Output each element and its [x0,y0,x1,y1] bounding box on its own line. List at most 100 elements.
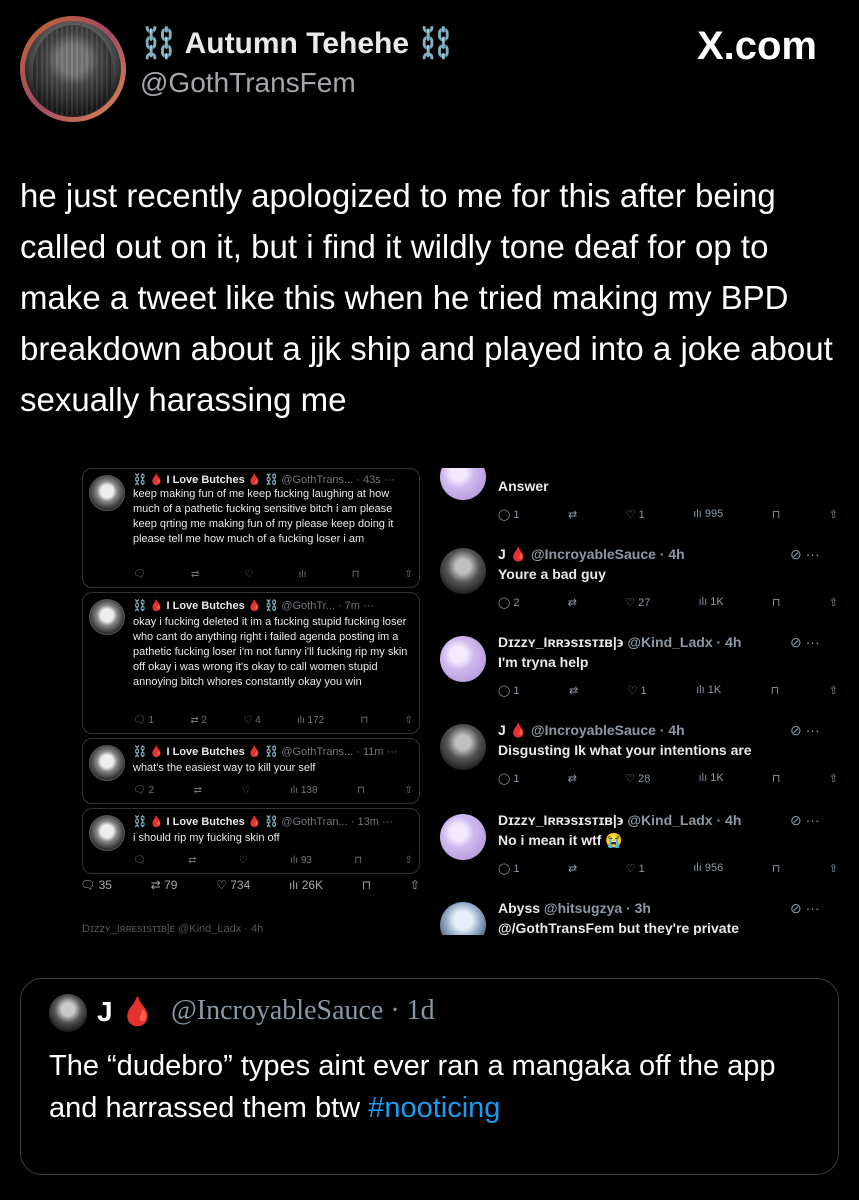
bookmark-icon[interactable]: ⊓ [772,772,781,785]
like-icon[interactable]: ♡ 27 [625,596,650,609]
share-icon[interactable]: ⇧ [829,508,838,521]
views-icon[interactable]: ılı 172 [297,715,324,726]
like-icon[interactable]: ♡ 1 [626,508,645,521]
reply-icon[interactable]: ◯ 1 [498,684,520,697]
share-icon[interactable]: ⇧ [405,855,413,866]
views-icon[interactable]: ılı 1K [699,596,724,609]
grok-icon[interactable]: ⊘ ··· [790,812,820,829]
share-icon[interactable]: ⇧ [405,785,413,796]
like-count: 734 [230,878,251,892]
share-icon[interactable]: ⇧ [405,715,413,726]
bookmark-icon[interactable]: ⊓ [357,785,365,796]
repost-icon[interactable]: ⇄ [568,862,577,875]
reply-time: 4h [668,722,685,738]
attached-screenshot[interactable]: ⛓️ 🩸 I Love Butches 🩸 ⛓️ @GothTrans... ·… [72,468,838,935]
thread-reply[interactable]: Answer ◯ 1 ⇄ ♡ 1 ılı 995 ⊓ ⇧ [440,468,838,528]
thread-reply[interactable]: ⛓️ 🩸 I Love Butches 🩸 ⛓️ @GothTrans... ·… [82,468,420,588]
bookmark-icon[interactable]: ⊓ [360,715,368,726]
share-icon[interactable]: ⇧ [829,772,838,785]
avatar [89,599,125,635]
author-handle[interactable]: @GothTransFem [140,67,356,99]
share-icon[interactable]: ⇧ [829,596,838,609]
like-count: 4 [255,715,261,726]
thread-reply[interactable]: ⛓️ 🩸 I Love Butches 🩸 ⛓️ @GothTran... · … [82,808,420,874]
repost-icon[interactable]: ⇄ 79 [151,878,178,892]
like-icon[interactable]: ♡ [239,855,248,866]
share-icon[interactable]: ⇧ [410,878,420,892]
like-icon[interactable]: ♡ 734 [216,878,250,892]
bookmark-icon[interactable]: ⊓ [352,569,360,580]
thread-reply[interactable]: Abyss @hitsugzya · 3h ⊘ ··· @/GothTransFe… [440,898,838,935]
quote-author[interactable]: J 🩸 [97,995,155,1028]
reply-count: 1 [513,773,520,785]
reply-text: I'm tryna help [498,654,589,670]
views-icon[interactable]: ılı 956 [693,862,723,875]
bookmark-icon[interactable]: ⊓ [772,596,781,609]
like-icon[interactable]: ♡ [242,785,251,796]
author-avatar[interactable] [20,16,126,122]
grok-icon[interactable]: ⊘ ··· [790,634,820,651]
grok-icon[interactable]: ⊘ ··· [790,722,820,739]
like-icon[interactable]: ♡ [244,569,253,580]
hashtag-link[interactable]: #nooticing [368,1092,500,1124]
repost-icon[interactable]: ⇄ [194,785,202,796]
share-icon[interactable]: ⇧ [829,684,838,697]
reply-icon[interactable]: 🗨 [133,855,146,866]
views-icon[interactable]: ılı 1K [696,684,721,697]
grok-icon[interactable]: ⊘ ··· [790,546,820,563]
repost-icon[interactable]: ⇄ [568,772,577,785]
thread-reply[interactable]: J 🩸 @IncroyableSauce · 4h ⊘ ··· Disgustin… [440,720,838,790]
avatar[interactable] [49,994,87,1032]
views-icon[interactable]: ılı 93 [290,855,312,866]
views-icon[interactable]: ılı 26K [289,878,323,892]
reply-icon[interactable]: ◯ 2 [498,596,520,609]
like-icon[interactable]: ♡ 4 [243,715,260,726]
reply-icon[interactable]: ◯ 1 [498,772,520,785]
reply-icon[interactable]: 🗨 [133,569,146,580]
repost-icon[interactable]: ⇄ [568,508,577,521]
reply-icon[interactable]: ◯ 1 [498,862,520,875]
author-name[interactable]: ⛓️ Autumn Tehehe ⛓️ [140,26,455,61]
views-icon[interactable]: ılı 995 [693,508,723,521]
thread-reply[interactable]: ⛓️ 🩸 I Love Butches 🩸 ⛓️ @GothTrans... ·… [82,738,420,804]
reply-time: 4h [725,634,742,650]
like-icon[interactable]: ♡ 28 [625,772,650,785]
reply-handle: @IncroyableSauce [531,722,656,738]
repost-icon[interactable]: ⇄ 2 [190,715,207,726]
like-icon[interactable]: ♡ 1 [626,862,645,875]
reply-icon[interactable]: 🗨 2 [133,785,154,796]
like-icon[interactable]: ♡ 1 [628,684,647,697]
thread-reply[interactable]: Dɪzzʏ_Iʀʀ϶sɪsᴛɪʙ|϶ @Kind_Ladx · 4h ⊘ ··· … [440,632,838,702]
views-icon[interactable]: ılı 1K [699,772,724,785]
share-icon[interactable]: ⇧ [829,862,838,875]
thread-reply[interactable]: Dɪzzʏ_Iʀʀ϶sɪsᴛɪʙ|϶ @Kind_Ladx · 4h ⊘ ··· … [440,810,838,880]
reply-icon[interactable]: ◯ 1 [498,508,520,521]
quoted-tweet[interactable]: J 🩸 @IncroyableSauce · 1d The “dudebro” … [20,978,839,1175]
thread-reply[interactable]: J 🩸 @IncroyableSauce · 4h ⊘ ··· Youre a b… [440,544,838,614]
reply-count: 2 [513,597,520,609]
repost-icon[interactable]: ⇄ [191,569,199,580]
views-icon[interactable]: ılı [299,569,307,580]
reply-handle: @Kind_Ladx [627,812,713,828]
repost-icon[interactable]: ⇄ [568,596,577,609]
bookmark-icon[interactable]: ⊓ [771,684,780,697]
avatar [440,548,486,594]
bookmark-icon[interactable]: ⊓ [362,878,371,892]
repost-icon[interactable]: ⇄ [188,855,196,866]
bookmark-icon[interactable]: ⊓ [772,862,781,875]
reply-count: 1 [148,715,155,726]
share-icon[interactable]: ⇧ [405,569,413,580]
reply-actions: 🗨 1 ⇄ 2 ♡ 4 ılı 172 ⊓ ⇧ [133,715,413,726]
grok-icon[interactable]: ⊘ ··· [790,900,820,917]
reply-icon[interactable]: 🗨 35 [80,878,112,892]
reply-meta: @GothTr... · 7m ··· [281,600,374,612]
thread-reply[interactable]: ⛓️ 🩸 I Love Butches 🩸 ⛓️ @GothTr... · 7m… [82,592,420,734]
reply-actions: ◯ 1 ⇄ ♡ 1 ılı 995 ⊓ ⇧ [498,508,838,521]
bookmark-icon[interactable]: ⊓ [772,508,781,521]
reply-author: Dɪzzʏ_Iʀʀ϶sɪsᴛɪʙ|϶ [498,634,624,650]
quote-handle[interactable]: @IncroyableSauce · 1d [171,995,435,1027]
bookmark-icon[interactable]: ⊓ [354,855,362,866]
reply-icon[interactable]: 🗨 1 [133,715,154,726]
repost-icon[interactable]: ⇄ [569,684,578,697]
views-icon[interactable]: ılı 138 [290,785,317,796]
